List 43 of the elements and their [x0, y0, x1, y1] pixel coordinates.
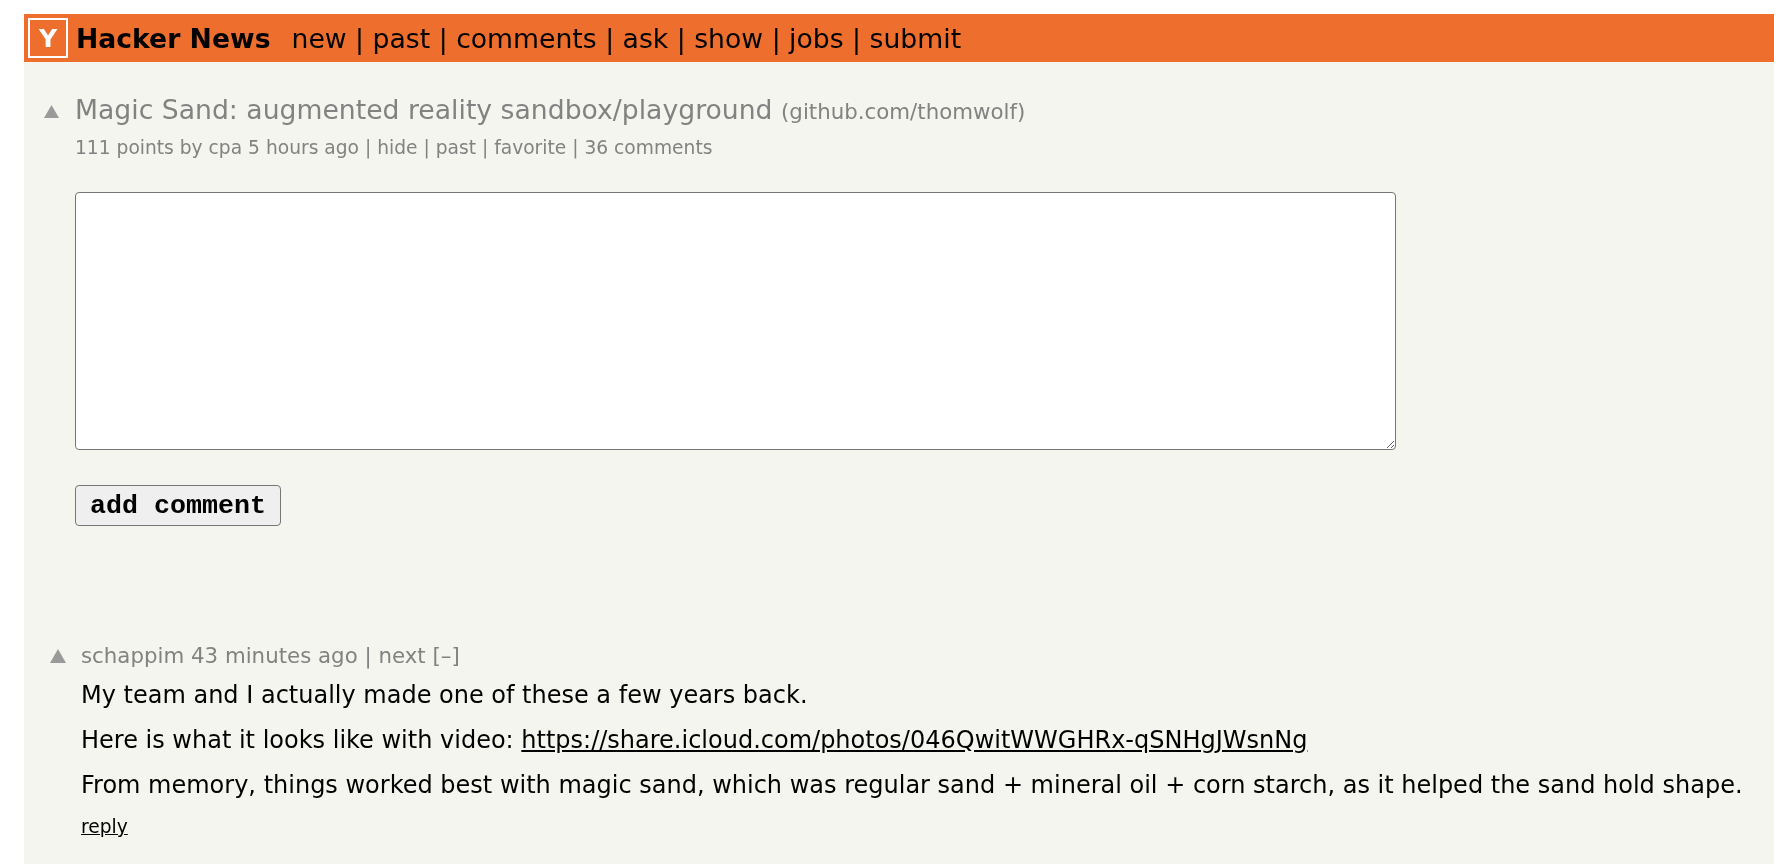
- age-link[interactable]: 43 minutes ago: [191, 643, 358, 668]
- nav-separator: |: [852, 22, 862, 54]
- link-separator: |: [364, 137, 372, 158]
- comment-input-field[interactable]: [75, 192, 1396, 450]
- nav-link[interactable]: ask: [622, 22, 669, 54]
- story-link[interactable]: favorite: [494, 137, 567, 158]
- story-link[interactable]: hide: [377, 137, 418, 158]
- nav-link[interactable]: show: [694, 22, 764, 54]
- comment-paragraph: From memory, things worked best with magic sand, which was regular sand + mineral oil + corn starch, as it helped the sand hold shape.: [81, 770, 1744, 800]
- link-separator: |: [481, 137, 489, 158]
- story-title-link[interactable]: Magic Sand: augmented reality sandbox/playground: [75, 94, 773, 125]
- url-link[interactable]: https://share.icloud.com/photos/046QwitWWGHRx-qSNHgJWsnNg: [521, 725, 1308, 754]
- upvote-icon[interactable]: [44, 104, 59, 118]
- site-name-link[interactable]: Hacker News: [76, 22, 271, 54]
- story-link[interactable]: 36 comments: [584, 137, 713, 158]
- add-comment-button[interactable]: add comment: [75, 485, 281, 526]
- nav-link[interactable]: submit: [869, 22, 962, 54]
- user-link[interactable]: cpa: [208, 137, 243, 158]
- comment-paragraph: Here is what it looks like with video: https://share.icloud.com/photos/046QwitWWGHRx-qSNHgJWsnNg: [81, 725, 1309, 755]
- nav-separator: |: [605, 22, 615, 54]
- nav-link[interactable]: past: [372, 22, 431, 54]
- nav-separator: |: [771, 22, 781, 54]
- comment-paragraph: My team and I actually made one of these a few years back.: [81, 680, 809, 710]
- link-separator: |: [572, 137, 579, 158]
- nav-separator: |: [438, 22, 448, 54]
- reply-link[interactable]: reply: [81, 815, 128, 839]
- link-separator: |: [423, 137, 430, 158]
- nav-link[interactable]: new: [291, 22, 347, 54]
- next-link[interactable]: next: [378, 643, 426, 668]
- upvote-icon[interactable]: [50, 649, 66, 663]
- nav-separator: |: [676, 22, 686, 54]
- nav-separator: |: [355, 22, 365, 54]
- score-text: 111 points: [75, 137, 174, 158]
- byline-text: by: [179, 137, 203, 158]
- story-link[interactable]: past: [435, 137, 476, 158]
- collapse-toggle[interactable]: [–]: [432, 643, 460, 668]
- link-separator: |: [364, 643, 372, 668]
- site-logo[interactable]: Y: [28, 18, 68, 58]
- nav-link[interactable]: comments: [456, 22, 597, 54]
- site-link[interactable]: (github.com/thomwolf): [781, 99, 1026, 124]
- age-link[interactable]: 5 hours ago: [248, 137, 359, 158]
- user-link[interactable]: schappim: [81, 643, 185, 668]
- nav-link[interactable]: jobs: [789, 22, 844, 54]
